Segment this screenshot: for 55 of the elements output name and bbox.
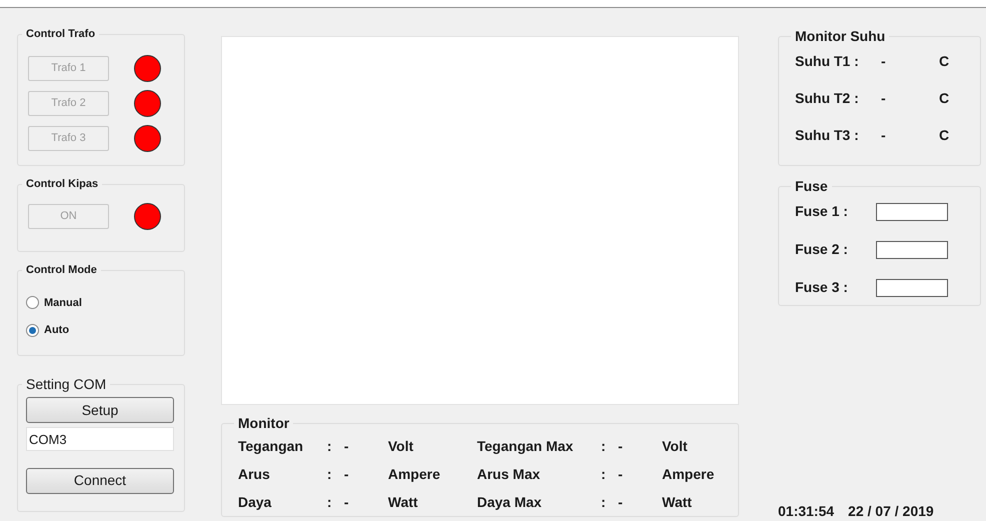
reading-label: Arus Max: [477, 465, 542, 484]
fuse-status-field: [876, 202, 948, 220]
reading-label: Daya: [238, 493, 272, 512]
colon: :: [601, 493, 607, 512]
group-title: Control Mode: [25, 263, 98, 278]
reading-label: Daya Max: [477, 493, 543, 512]
radio-option[interactable]: Manual: [26, 294, 82, 311]
reading-value: -: [618, 437, 624, 456]
fuse-status-field: [876, 278, 948, 296]
unit-label: Ampere: [662, 465, 716, 484]
unit-label: Ampere: [388, 465, 442, 484]
colon: :: [327, 437, 333, 456]
fuse-label: Fuse 3 :: [795, 278, 849, 297]
unit-label: C: [939, 52, 950, 71]
colon: :: [601, 437, 607, 456]
temperature-value: -: [881, 126, 887, 145]
reading-value: -: [344, 465, 350, 484]
setup-button[interactable]: Setup: [26, 397, 174, 423]
unit-label: Watt: [388, 493, 419, 512]
colon: :: [327, 493, 333, 512]
reading-label: Tegangan: [238, 437, 304, 456]
group-title: Monitor Suhu: [794, 27, 886, 46]
unit-label: C: [939, 89, 950, 108]
fuse-status-field: [876, 240, 948, 258]
reading-value: -: [618, 465, 624, 484]
temperature-value: -: [881, 52, 887, 71]
fuse-label: Fuse 1 :: [795, 202, 849, 221]
temperature-label: Suhu T1 :: [795, 52, 860, 71]
radio-button[interactable]: [26, 324, 39, 337]
group-title: Monitor: [237, 414, 290, 433]
port-field[interactable]: COM3: [26, 427, 174, 451]
clock-time: 01:31:54: [778, 502, 834, 521]
temperature-label: Suhu T2 :: [795, 89, 860, 108]
unit-label: Watt: [662, 493, 693, 512]
reading-value: -: [344, 437, 350, 456]
unit-label: Volt: [662, 437, 688, 456]
colon: :: [327, 465, 333, 484]
colon: :: [601, 465, 607, 484]
reading-label: Tegangan Max: [477, 437, 574, 456]
temperature-label: Suhu T3 :: [795, 126, 860, 145]
group-title: Control Trafo: [25, 27, 96, 42]
group-title: Control Kipas: [25, 177, 100, 192]
radio-option[interactable]: Auto: [26, 322, 70, 338]
reading-value: -: [618, 493, 624, 512]
temperature-value: -: [881, 89, 887, 108]
unit-label: C: [939, 126, 950, 145]
reading-label: Arus: [238, 465, 271, 484]
fuse-label: Fuse 2 :: [795, 240, 849, 259]
group-title: Fuse: [794, 177, 829, 196]
group-title: Setting COM: [25, 375, 108, 394]
reading-value: -: [344, 493, 350, 512]
radio-button[interactable]: [26, 296, 39, 310]
connect-button[interactable]: Connect: [26, 468, 174, 494]
unit-label: Volt: [388, 437, 414, 456]
clock-date: 22 / 07 / 2019: [848, 502, 934, 521]
